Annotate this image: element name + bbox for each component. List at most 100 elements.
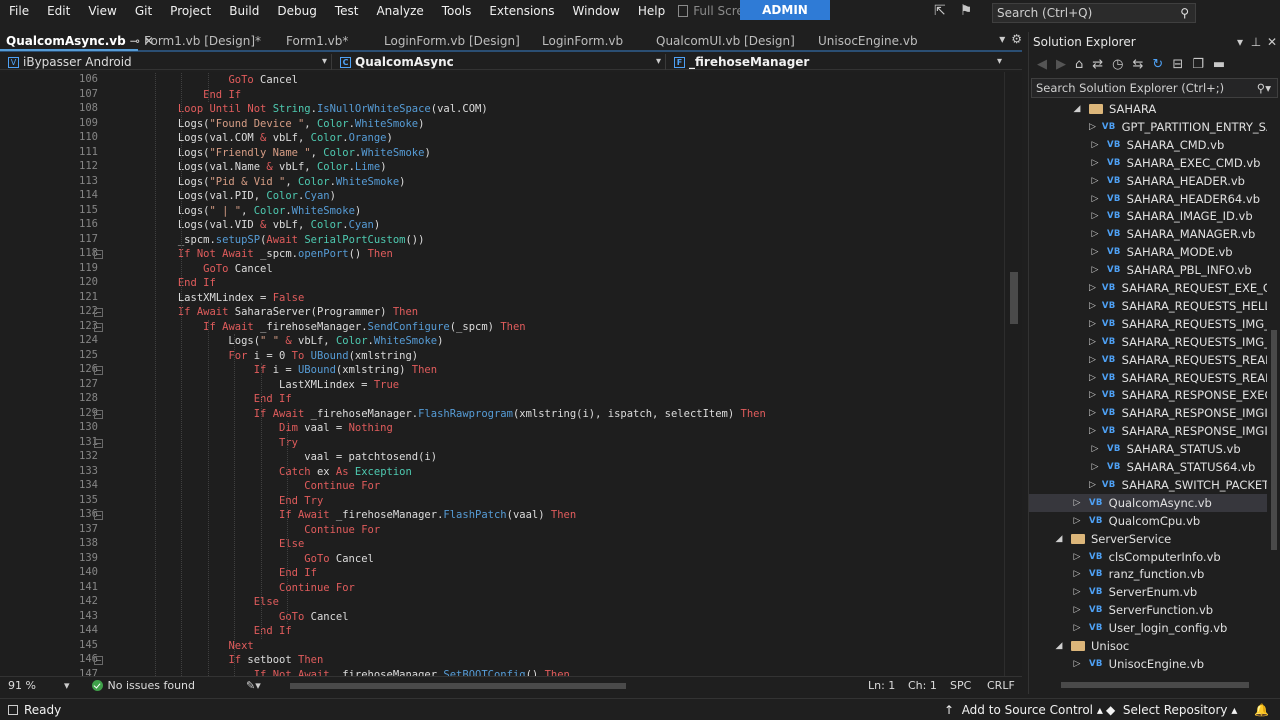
pin-icon[interactable]: ⊥ (1248, 32, 1264, 52)
code-line[interactable]: Logs(" | ", Color.WhiteSmoke) (102, 204, 361, 219)
tree-file[interactable]: ▷ VB SAHARA_STATUS.vb (1029, 440, 1267, 458)
code-line[interactable]: If Not Await _firehoseManager.SetBOOTCon… (102, 668, 570, 677)
select-repository-button[interactable]: ◆ Select Repository ▴ (1106, 703, 1237, 717)
feedback-icon[interactable]: ⚑ (960, 3, 973, 19)
code-line[interactable]: Logs(val.COM & vbLf, Color.Orange) (102, 131, 393, 146)
expander-icon[interactable]: ▷ (1089, 315, 1096, 333)
code-line[interactable]: Next (102, 639, 253, 654)
code-line[interactable]: Logs(val.VID & vbLf, Color.Cyan) (102, 218, 380, 233)
tree-file[interactable]: ▷ VB SAHARA_EXEC_CMD.vb (1029, 154, 1267, 172)
code-line[interactable]: LastXMLindex = True (102, 378, 399, 393)
expander-icon[interactable]: ▷ (1089, 404, 1096, 422)
tree-file[interactable]: ▷ VB ServerFunction.vb (1029, 601, 1267, 619)
tree-file[interactable]: ▷ VB SAHARA_MANAGER.vb (1029, 225, 1267, 243)
tab-loginform-vb[interactable]: LoginForm.vb (536, 31, 650, 51)
expander-open-icon[interactable]: ◢ (1053, 530, 1065, 548)
menu-item-test[interactable]: Test (326, 0, 368, 22)
tree-file[interactable]: ▷ VB SAHARA_REQUESTS_READ (1029, 351, 1267, 369)
tree-file[interactable]: ▷ VB SAHARA_HEADER64.vb (1029, 190, 1267, 208)
expander-icon[interactable]: ▷ (1071, 512, 1083, 530)
collapse-region-icon[interactable]: − (94, 308, 103, 317)
zoom-dropdown-icon[interactable]: ▾ (64, 679, 70, 692)
expander-icon[interactable]: ▷ (1089, 440, 1101, 458)
code-line[interactable]: Continue For (102, 523, 380, 538)
menu-item-git[interactable]: Git (126, 0, 161, 22)
expander-icon[interactable]: ▷ (1089, 207, 1101, 225)
notifications-icon[interactable]: 🔔 (1254, 703, 1269, 717)
tree-file[interactable]: ▷ VB SAHARA_SWITCH_PACKET (1029, 476, 1267, 494)
forward-icon[interactable]: ▶ (1056, 57, 1066, 72)
tree-file[interactable]: ▷ VB SAHARA_REQUESTS_IMG_ (1029, 333, 1267, 351)
tree-file[interactable]: ▷ VB SAHARA_CMD.vb (1029, 136, 1267, 154)
share-icon[interactable]: ⇱ (934, 3, 946, 19)
settings-gear-icon[interactable]: ⚙ (1011, 32, 1022, 46)
editor-vertical-scrollbar[interactable] (1004, 72, 1022, 676)
tree-file[interactable]: ▷ VB SAHARA_REQUESTS_IMG_ (1029, 315, 1267, 333)
solution-search-input[interactable]: Search Solution Explorer (Ctrl+;) ⚲▾ (1031, 78, 1278, 98)
code-line[interactable]: Catch ex As Exception (102, 465, 412, 480)
code-line[interactable]: Else (102, 537, 304, 552)
tab-dropdown-icon[interactable]: ▾ (999, 32, 1005, 46)
tree-file[interactable]: ▷ VB SAHARA_REQUESTS_HELL (1029, 297, 1267, 315)
collapse-region-icon[interactable]: − (94, 250, 103, 259)
code-line[interactable]: If i = UBound(xmlstring) Then (102, 363, 437, 378)
line-ending-indicator[interactable]: CRLF (987, 679, 1015, 692)
expander-icon[interactable]: ▷ (1089, 369, 1096, 387)
code-editor[interactable]: 106 107 108 109 110 111 112 113 114 115 116 117 118 1… (0, 72, 1004, 676)
code-line[interactable]: End If (102, 276, 216, 291)
code-line[interactable]: Logs("Friendly Name ", Color.WhiteSmoke) (102, 146, 431, 161)
whitespace-indicator[interactable]: SPC (950, 679, 971, 692)
expander-icon[interactable]: ▷ (1071, 619, 1083, 637)
expander-open-icon[interactable]: ◢ (1071, 100, 1083, 118)
code-line[interactable]: Continue For (102, 581, 355, 596)
menu-item-edit[interactable]: Edit (38, 0, 79, 22)
menu-item-build[interactable]: Build (220, 0, 268, 22)
tree-file[interactable]: ▷ VB clsComputerInfo.vb (1029, 548, 1267, 566)
expander-icon[interactable]: ▷ (1089, 136, 1101, 154)
code-line[interactable]: End If (102, 392, 292, 407)
expander-icon[interactable]: ▷ (1089, 172, 1101, 190)
issues-indicator[interactable]: No issues found (91, 679, 242, 692)
scroll-thumb[interactable] (1010, 272, 1018, 324)
expander-icon[interactable]: ▷ (1089, 243, 1101, 261)
collapse-all-icon[interactable]: ⊟ (1172, 57, 1183, 72)
menu-item-help[interactable]: Help (629, 0, 674, 22)
tree-file[interactable]: ▷ VB ranz_function.vb (1029, 565, 1267, 583)
project-dropdown[interactable]: ViBypasser Android ▾ (0, 53, 332, 70)
home-icon[interactable]: ⌂ (1075, 57, 1083, 72)
char-indicator[interactable]: Ch: 1 (908, 679, 937, 692)
code-line[interactable]: LastXMLindex = False (102, 291, 304, 306)
member-dropdown[interactable]: F _firehoseManager ▾ (666, 54, 1006, 70)
tree-file[interactable]: ▷ VB User_login_config.vb (1029, 619, 1267, 637)
menu-item-tools[interactable]: Tools (433, 0, 481, 22)
switch-views-icon[interactable]: ⇄ (1092, 57, 1103, 72)
menu-item-extensions[interactable]: Extensions (480, 0, 563, 22)
expander-icon[interactable]: ▷ (1089, 118, 1096, 136)
tree-file[interactable]: ▷ VB GPT_PARTITION_ENTRY_SA (1029, 118, 1267, 136)
code-line[interactable]: GoTo Cancel (102, 262, 273, 277)
code-line[interactable]: If Await _firehoseManager.FlashRawprogra… (102, 407, 766, 422)
tree-file[interactable]: ▷ VB SAHARA_RESPONSE_IMGI (1029, 422, 1267, 440)
menu-item-view[interactable]: View (79, 0, 125, 22)
menu-item-debug[interactable]: Debug (268, 0, 325, 22)
code-line[interactable]: Logs(val.PID, Color.Cyan) (102, 189, 336, 204)
code-line[interactable]: GoTo Cancel (102, 552, 374, 567)
expander-icon[interactable]: ▷ (1071, 548, 1083, 566)
expander-icon[interactable]: ▷ (1071, 494, 1083, 512)
close-icon[interactable]: ✕ (1264, 32, 1280, 52)
expander-icon[interactable]: ▷ (1089, 154, 1101, 172)
code-line[interactable]: If Not Await _spcm.openPort() Then (102, 247, 393, 262)
collapse-region-icon[interactable]: − (94, 366, 103, 375)
code-line[interactable]: vaal = patchtosend(i) (102, 450, 437, 465)
properties-icon[interactable]: ▬ (1213, 57, 1225, 72)
code-line[interactable]: Logs(" " & vbLf, Color.WhiteSmoke) (102, 334, 443, 349)
expander-open-icon[interactable]: ◢ (1053, 637, 1065, 655)
tab-qualcomasync-vb[interactable]: QualcomAsync.vb ⊸ ✕ (0, 31, 154, 51)
tree-file[interactable]: ▷ VB SAHARA_MODE.vb (1029, 243, 1267, 261)
menu-item-project[interactable]: Project (161, 0, 220, 22)
tab-qualcomui-vb-design[interactable]: QualcomUI.vb [Design] (650, 31, 812, 51)
code-line[interactable]: Loop Until Not String.IsNullOrWhiteSpace… (102, 102, 488, 117)
collapse-region-icon[interactable]: − (94, 409, 103, 419)
tree-folder[interactable]: ◢ ServerService (1029, 530, 1267, 548)
code-line[interactable]: For i = 0 To UBound(xmlstring) (102, 349, 418, 364)
